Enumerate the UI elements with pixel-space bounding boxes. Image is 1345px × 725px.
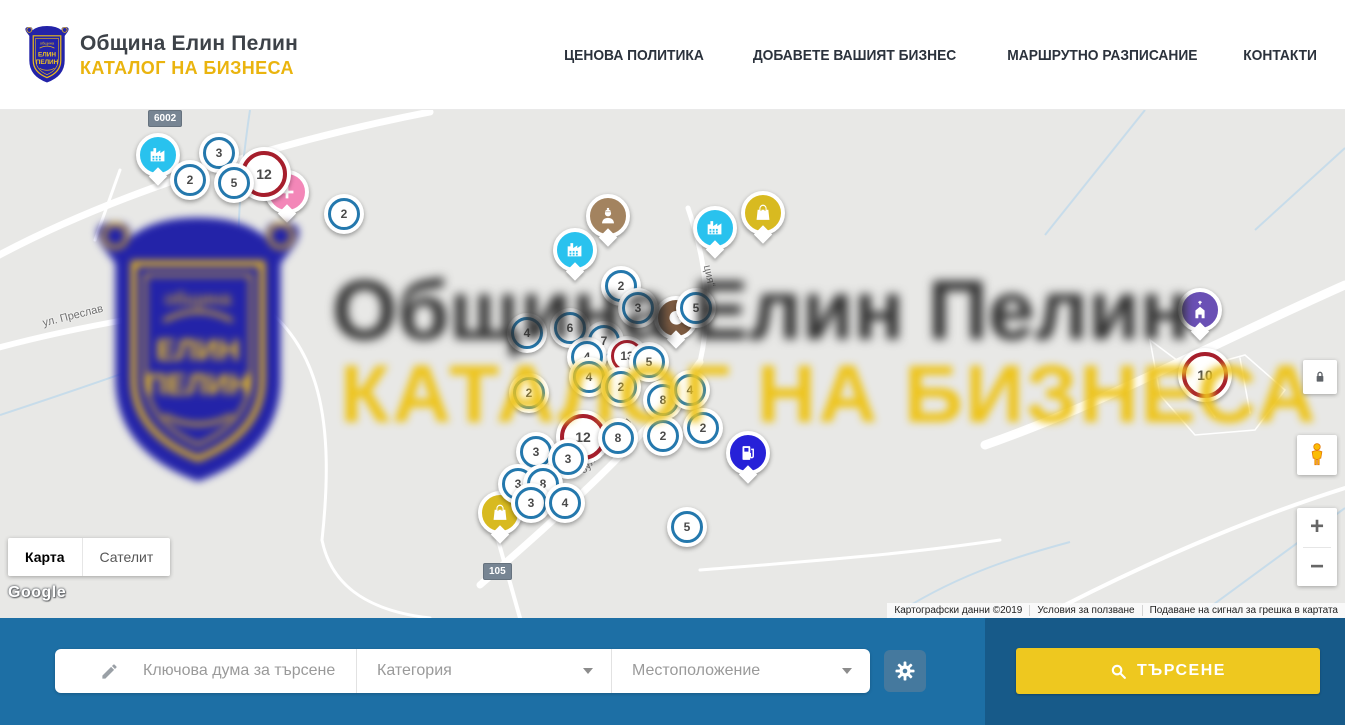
location-select[interactable]: Местоположение [612, 649, 870, 693]
lock-icon [1312, 369, 1328, 385]
map-pin-worker[interactable] [586, 194, 630, 238]
cluster-count: 4 [549, 487, 581, 519]
cluster-marker[interactable]: 2 [643, 416, 683, 456]
pencil-icon [100, 662, 119, 681]
church-icon [1189, 299, 1211, 321]
factory-icon [564, 239, 586, 261]
map-type-control: Карта Сателит [8, 538, 170, 576]
map-attribution: Картографски данни ©2019 Условия за полз… [887, 603, 1345, 618]
main-nav: ЦЕНОВА ПОЛИТИКА ДОБАВЕТЕ ВАШИЯТ БИЗНЕС МАР… [558, 0, 1320, 110]
terms-link[interactable]: Условия за ползване [1029, 605, 1141, 616]
cluster-count: 2 [513, 377, 545, 409]
cluster-marker[interactable]: 4 [670, 370, 710, 410]
site-subtitle: КАТАЛОГ НА БИЗНЕСА [80, 58, 298, 79]
factory-icon [147, 144, 169, 166]
caret-down-icon [583, 668, 593, 674]
search-button[interactable]: ТЪРСЕНЕ [1016, 648, 1320, 694]
pegman-icon [1304, 442, 1330, 468]
zoom-control: + − [1297, 508, 1337, 586]
cluster-count: 10 [1182, 352, 1228, 398]
category-select-value: Категория [377, 662, 452, 680]
category-select[interactable]: Категория [357, 649, 612, 693]
cluster-count: 5 [671, 511, 703, 543]
cluster-marker[interactable]: 5 [667, 507, 707, 547]
nav-item-4[interactable]: КОНТАКТИ [1243, 47, 1317, 64]
cluster-count: 2 [174, 164, 206, 196]
keyword-field[interactable] [55, 649, 357, 693]
map-pin-fuel[interactable] [726, 431, 770, 475]
map-type-map-button[interactable]: Карта [8, 538, 82, 576]
cluster-count: 2 [687, 412, 719, 444]
cluster-marker[interactable]: 5 [676, 288, 716, 328]
cluster-marker[interactable]: 2 [509, 373, 549, 413]
nav-item-1[interactable]: ЦЕНОВА ПОЛИТИКА [564, 47, 704, 64]
cluster-marker[interactable]: 2 [170, 160, 210, 200]
nav-item-3[interactable]: МАРШРУТНО РАЗПИСАНИЕ [1007, 47, 1197, 64]
search-button-label: ТЪРСЕНЕ [1137, 662, 1226, 680]
lock-control-button[interactable] [1303, 360, 1337, 394]
cluster-marker[interactable]: 8 [598, 418, 638, 458]
cluster-marker[interactable]: 2 [601, 367, 641, 407]
cluster-count: 5 [633, 346, 665, 378]
google-logo[interactable]: Google [8, 584, 66, 602]
gear-icon [893, 659, 917, 683]
cluster-marker[interactable]: 10 [1178, 348, 1232, 402]
cluster-count: 4 [511, 317, 543, 349]
cluster-marker[interactable]: 3 [618, 288, 658, 328]
svg-text:ЕЛИН: ЕЛИН [38, 51, 56, 58]
cluster-count: 2 [328, 198, 360, 230]
municipality-crest-icon: община ЕЛИН ПЕЛИН [22, 25, 72, 85]
cluster-count: 3 [520, 436, 552, 468]
cluster-marker[interactable]: 2 [324, 194, 364, 234]
zoom-out-button[interactable]: − [1297, 548, 1337, 587]
nav-item-2[interactable]: ДОБАВЕТЕ ВАШИЯТ БИЗНЕС [753, 47, 956, 64]
caret-down-icon [842, 668, 852, 674]
map-pin-church[interactable] [1178, 288, 1222, 332]
fuel-icon [737, 442, 759, 464]
advanced-options-button[interactable] [884, 650, 926, 692]
cluster-count: 5 [680, 292, 712, 324]
map-pin-shopping-bag[interactable] [741, 191, 785, 235]
cluster-count: 3 [515, 487, 547, 519]
keyword-input[interactable] [143, 662, 350, 680]
road-badge: 105 [483, 563, 512, 580]
cluster-marker[interactable]: 4 [545, 483, 585, 523]
location-select-value: Местоположение [632, 662, 760, 680]
map-pin-factory[interactable] [693, 206, 737, 250]
shopping-bag-icon [489, 502, 511, 524]
header: община ЕЛИН ПЕЛИН Община Елин Пелин КАТА… [0, 0, 1345, 110]
attribution-data: Картографски данни ©2019 [887, 605, 1029, 616]
street-view-pegman-button[interactable] [1297, 435, 1337, 475]
cluster-count: 2 [647, 420, 679, 452]
worker-icon [597, 205, 619, 227]
svg-text:ПЕЛИН: ПЕЛИН [36, 59, 59, 66]
cluster-count: 8 [602, 422, 634, 454]
map-canvas[interactable]: ул. Преславбул. „Новоселция“ 6002105 321… [0, 110, 1345, 618]
cluster-count: 4 [674, 374, 706, 406]
site-logo[interactable]: община ЕЛИН ПЕЛИН Община Елин Пелин КАТА… [22, 25, 298, 85]
site-title: Община Елин Пелин [80, 32, 298, 56]
search-fields: Категория Местоположение [55, 649, 870, 693]
factory-icon [704, 217, 726, 239]
road-badge: 6002 [148, 110, 182, 127]
shopping-bag-icon [752, 202, 774, 224]
cluster-marker[interactable]: 2 [683, 408, 723, 448]
zoom-in-button[interactable]: + [1297, 508, 1337, 547]
cluster-marker[interactable]: 4 [507, 313, 547, 353]
map-type-satellite-button[interactable]: Сателит [82, 538, 171, 576]
search-panel: Категория Местоположение [0, 618, 1345, 725]
report-error-link[interactable]: Подаване на сигнал за грешка в картата [1142, 605, 1345, 616]
cluster-count: 5 [218, 167, 250, 199]
cluster-marker[interactable]: 5 [214, 163, 254, 203]
svg-text:община: община [40, 41, 55, 46]
search-icon [1110, 663, 1127, 680]
cluster-count: 2 [605, 371, 637, 403]
map-pin-factory[interactable] [553, 228, 597, 272]
cluster-count: 3 [622, 292, 654, 324]
